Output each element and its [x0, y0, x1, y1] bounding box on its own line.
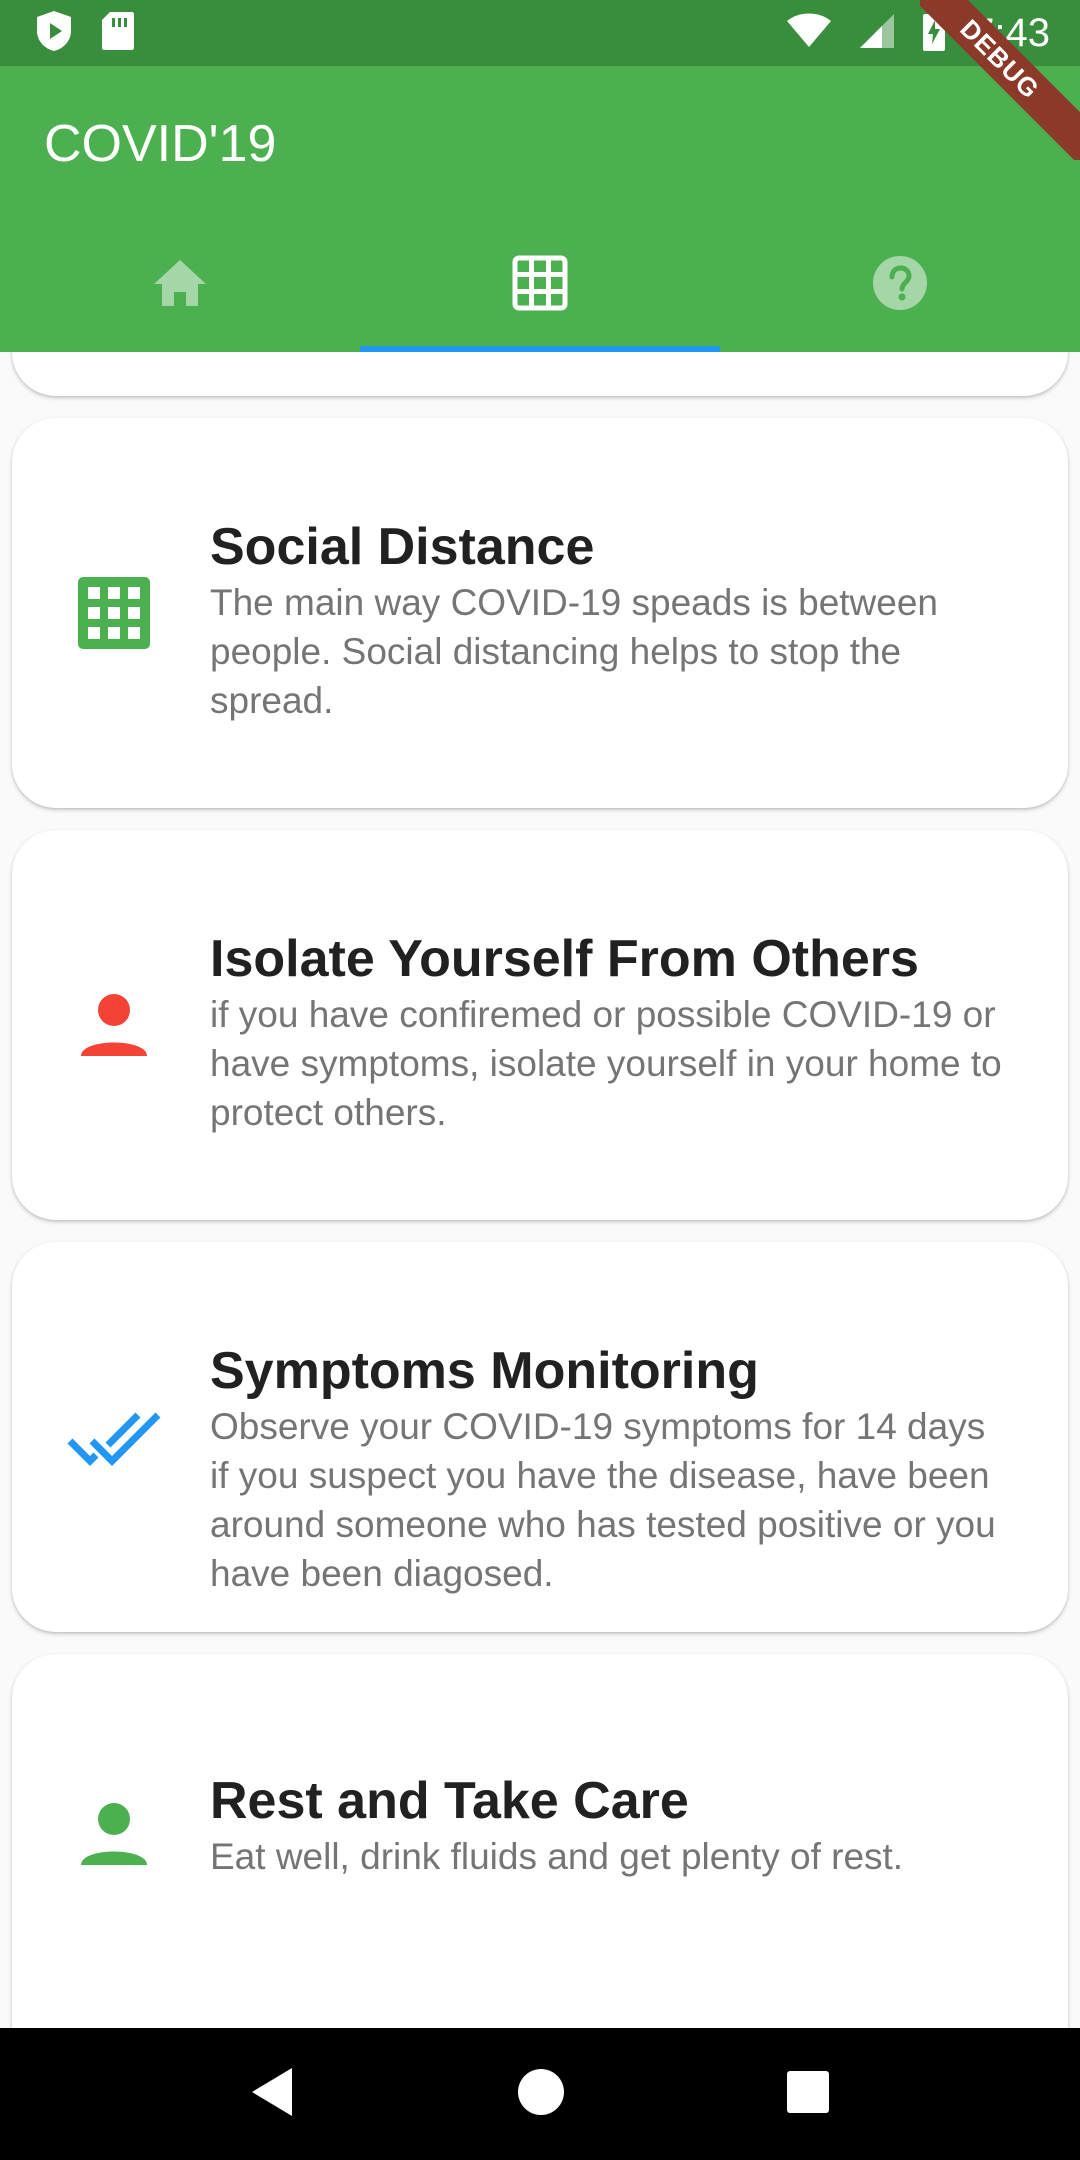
home-icon: [152, 258, 208, 313]
card-social-distance[interactable]: Social Distance The main way COVID-19 sp…: [12, 418, 1068, 808]
card-text: Symptoms Monitoring Observe your COVID-1…: [210, 1340, 1008, 1598]
card-title: Rest and Take Care: [210, 1772, 689, 1830]
card-text: Rest and Take Care Eat well, drink fluid…: [210, 1770, 1008, 1881]
person-icon: [56, 1776, 172, 1892]
card-description: Eat well, drink fluids and get plenty of…: [210, 1836, 904, 1877]
card-title: Isolate Yourself From Others: [210, 930, 919, 988]
battery-charging-icon: [922, 9, 946, 57]
tab-home[interactable]: [0, 218, 360, 352]
double-check-icon: [56, 1379, 172, 1495]
status-bar: 7:43: [0, 0, 1080, 66]
sd-card-icon: [100, 10, 136, 57]
app-bar: COVID'19: [0, 66, 1080, 352]
system-nav-bar: [0, 2028, 1080, 2160]
cell-signal-icon: [858, 12, 896, 55]
help-icon: [872, 255, 928, 316]
status-left: [34, 9, 136, 58]
wifi-icon: [786, 13, 832, 54]
card-description: Observe your COVID-19 symptoms for 14 da…: [210, 1406, 996, 1594]
card-title: Social Distance: [210, 518, 595, 576]
grid-icon: [512, 255, 568, 316]
card-symptoms-monitoring[interactable]: Symptoms Monitoring Observe your COVID-1…: [12, 1242, 1068, 1632]
card-description: The main way COVID-19 speads is between …: [210, 582, 939, 721]
tab-bar: [0, 218, 1080, 352]
card-isolate[interactable]: Isolate Yourself From Others if you have…: [12, 830, 1068, 1220]
shield-play-icon: [34, 9, 74, 58]
card-description: if you have confiremed or possible COVID…: [210, 994, 1002, 1133]
tab-grid[interactable]: [360, 218, 720, 352]
card-text: Social Distance The main way COVID-19 sp…: [210, 516, 1008, 725]
status-right: 7:43: [786, 9, 1050, 57]
home-circle-icon[interactable]: [517, 2068, 565, 2121]
tab-help[interactable]: [720, 218, 1080, 352]
card-rest-take-care[interactable]: Rest and Take Care Eat well, drink fluid…: [12, 1654, 1068, 2028]
grid-icon: [56, 555, 172, 671]
tips-list[interactable]: Social Distance The main way COVID-19 sp…: [0, 352, 1080, 2028]
app-title: COVID'19: [44, 115, 277, 173]
card-text: Isolate Yourself From Others if you have…: [210, 928, 1008, 1137]
back-icon[interactable]: [250, 2066, 296, 2123]
card-title: Symptoms Monitoring: [210, 1342, 759, 1400]
recents-icon[interactable]: [786, 2070, 830, 2119]
person-icon: [56, 967, 172, 1083]
status-time: 7:43: [972, 10, 1050, 55]
card-partial: [12, 352, 1068, 396]
